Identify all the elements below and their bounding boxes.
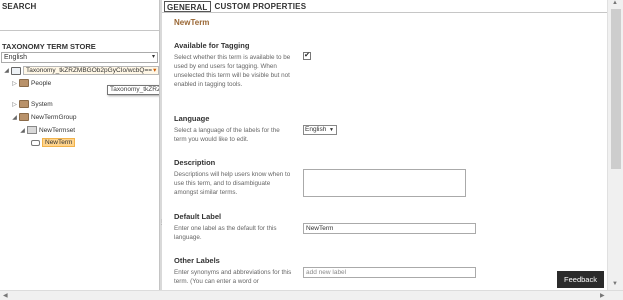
tab-custom-properties[interactable]: CUSTOM PROPERTIES	[213, 1, 309, 12]
tree-node-label[interactable]: Taxonomy_tkZRZMBGOb2pGyCIo/wcbQ==▾	[23, 66, 160, 75]
other-labels-input[interactable]: add new label	[303, 267, 476, 278]
available-for-tagging-title: Available for Tagging	[174, 41, 250, 50]
term-store-name: Taxonomy_tkZRZMBGOb2pGyCIo/wcbQ==	[26, 67, 153, 74]
tree-node-label-selected[interactable]: NewTerm	[42, 138, 76, 147]
divider	[162, 12, 607, 13]
scroll-up-icon[interactable]: ▲	[612, 0, 618, 6]
language-select[interactable]: English ▾	[1, 52, 158, 63]
tree-node-system[interactable]: ▷ System	[11, 100, 53, 108]
tree-node-label: System	[31, 100, 53, 108]
term-icon	[31, 139, 40, 146]
description-title: Description	[174, 158, 216, 167]
tree-node-newterm[interactable]: NewTerm	[30, 138, 76, 147]
tree-node-newtermset[interactable]: ◢ NewTermset	[19, 126, 75, 134]
chevron-down-icon: ▾	[151, 54, 155, 60]
other-labels-title: Other Labels	[174, 256, 220, 265]
tab-general[interactable]: GENERAL	[164, 1, 211, 12]
collapse-icon[interactable]: ◢	[11, 114, 18, 121]
expand-icon[interactable]: ▷	[11, 80, 18, 87]
description-textarea[interactable]	[303, 169, 466, 197]
tab-bar: GENERAL CUSTOM PROPERTIES	[164, 1, 310, 12]
language-select-value: English	[4, 54, 27, 61]
other-labels-desc: Enter synonyms and abbreviations for thi…	[174, 269, 292, 285]
tree-node-label: People	[31, 79, 52, 87]
scroll-right-icon[interactable]: ▶	[600, 292, 605, 299]
tree-node-people[interactable]: ▷ People	[11, 79, 51, 87]
chevron-down-icon: ▼	[329, 127, 334, 133]
collapse-icon[interactable]: ◢	[3, 67, 10, 74]
tree-node-label: NewTermGroup	[31, 113, 77, 121]
scroll-down-icon[interactable]: ▼	[612, 281, 618, 287]
scroll-left-icon[interactable]: ◀	[3, 292, 8, 299]
group-icon	[19, 79, 29, 87]
description-desc: Descriptions will help users know when t…	[174, 171, 291, 196]
language-title: Language	[174, 114, 210, 123]
default-label-input[interactable]: NewTerm	[303, 223, 476, 234]
scrollbar-thumb[interactable]	[611, 9, 621, 169]
tree-node-term-store[interactable]: ◢ Taxonomy_tkZRZMBGOb2pGyCIo/wcbQ==▾	[3, 66, 160, 75]
term-language-value: English	[305, 126, 327, 133]
expand-icon[interactable]: ▷	[11, 101, 18, 108]
term-store-icon	[11, 66, 21, 75]
group-icon	[19, 100, 29, 108]
default-label-desc: Enter one label as the default for this …	[174, 225, 277, 241]
tree-node-label: NewTermset	[39, 126, 76, 134]
term-store-heading: TAXONOMY TERM STORE	[2, 42, 96, 51]
tree-node-newtermgroup[interactable]: ◢ NewTermGroup	[11, 113, 77, 121]
horizontal-scrollbar[interactable]: ◀ ▶	[0, 290, 623, 300]
page-title: NewTerm	[174, 18, 210, 27]
properties-pane: GENERAL CUSTOM PROPERTIES NewTerm Availa…	[162, 0, 607, 290]
language-desc: Select a language of the labels for the …	[174, 127, 280, 143]
feedback-button[interactable]: Feedback	[557, 271, 604, 288]
default-label-title: Default Label	[174, 212, 222, 221]
divider	[0, 30, 159, 31]
group-icon	[19, 113, 29, 121]
termset-icon	[27, 126, 37, 134]
chevron-down-icon[interactable]: ▾	[153, 67, 156, 74]
available-for-tagging-checkbox[interactable]: ✔	[303, 52, 311, 60]
vertical-scrollbar[interactable]: ▲ ▼	[607, 0, 623, 290]
available-for-tagging-desc: Select whether this term is available to…	[174, 54, 291, 88]
left-pane: SEARCH TAXONOMY TERM STORE English ▾ ◢ T…	[0, 0, 240, 290]
term-store-manager: SEARCH TAXONOMY TERM STORE English ▾ ◢ T…	[0, 0, 623, 300]
search-label: SEARCH	[2, 2, 37, 11]
collapse-icon[interactable]: ◢	[19, 127, 26, 134]
term-language-select[interactable]: English ▼	[303, 125, 337, 135]
